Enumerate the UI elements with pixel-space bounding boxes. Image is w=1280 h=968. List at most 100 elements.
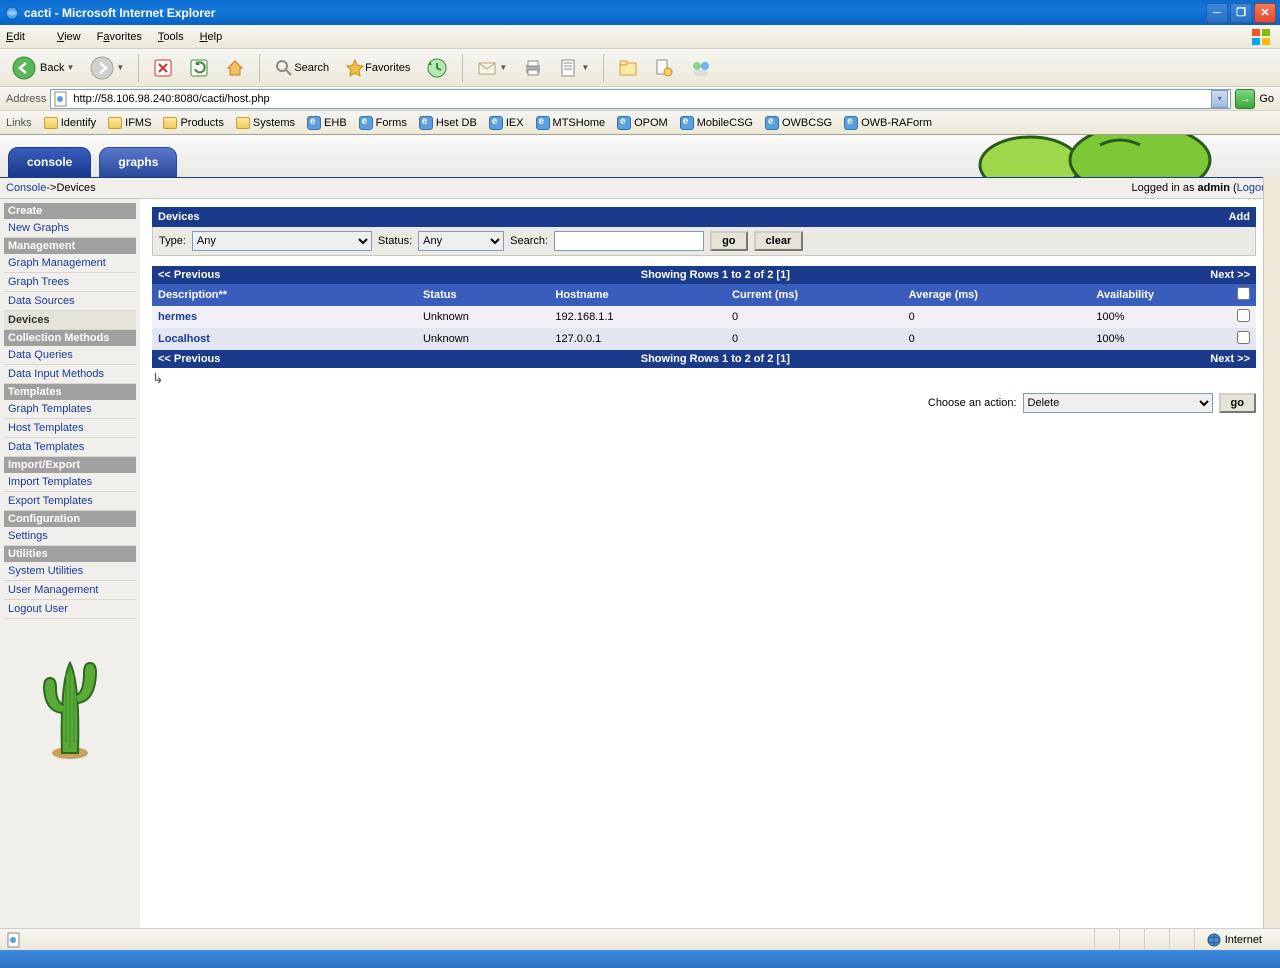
cell-current: 0 <box>726 328 903 350</box>
add-link[interactable]: Add <box>1229 211 1250 223</box>
sidebar-item-graph-templates[interactable]: Graph Templates <box>4 400 136 419</box>
address-dropdown-button[interactable]: ▾ <box>1211 90 1228 108</box>
vertical-scrollbar[interactable] <box>1263 135 1280 930</box>
sidebar-item-user-management[interactable]: User Management <box>4 581 136 600</box>
menu-edit[interactable]: Edit <box>6 31 41 43</box>
link-identify[interactable]: Identify <box>40 117 100 129</box>
web-icon <box>844 116 858 130</box>
link-products[interactable]: Products <box>159 117 227 129</box>
status-bar: Internet <box>0 928 1280 950</box>
search-button[interactable]: Search <box>268 53 335 83</box>
address-input[interactable] <box>73 93 1211 105</box>
col-description[interactable]: Description** <box>152 284 417 306</box>
row-checkbox[interactable] <box>1237 331 1250 344</box>
links-bar: Links Identify IFMS Products Systems EHB… <box>0 111 1280 135</box>
link-mobilecsg[interactable]: MobileCSG <box>676 116 757 130</box>
window-titlebar: cacti - Microsoft Internet Explorer ─ ❐ … <box>0 0 1280 25</box>
favorites-label: Favorites <box>365 62 410 74</box>
web-icon <box>765 116 779 130</box>
favorites-button[interactable]: Favorites <box>339 53 416 83</box>
sidebar-item-import-templates[interactable]: Import Templates <box>4 473 136 492</box>
folder-icon <box>236 117 250 129</box>
link-owbraform[interactable]: OWB-RAForm <box>840 116 936 130</box>
col-current[interactable]: Current (ms) <box>726 284 903 306</box>
row-checkbox[interactable] <box>1237 309 1250 322</box>
sidebar-item-graph-trees[interactable]: Graph Trees <box>4 273 136 292</box>
sidebar-item-system-utilities[interactable]: System Utilities <box>4 562 136 581</box>
sidebar-item-new-graphs[interactable]: New Graphs <box>4 219 136 238</box>
cell-hostname: 192.168.1.1 <box>549 306 726 328</box>
sidebar-item-logout-user[interactable]: Logout User <box>4 600 136 619</box>
folder-button[interactable] <box>612 53 644 83</box>
web-icon <box>489 116 503 130</box>
filter-clear-button[interactable]: clear <box>754 231 804 251</box>
sidebar-item-host-templates[interactable]: Host Templates <box>4 419 136 438</box>
col-availability[interactable]: Availability <box>1090 284 1231 306</box>
web-icon <box>536 116 550 130</box>
next-link[interactable]: Next >> <box>1210 353 1250 365</box>
link-owbcsg[interactable]: OWBCSG <box>761 116 836 130</box>
prev-link[interactable]: << Previous <box>158 353 220 365</box>
cactus-logo-icon <box>30 643 110 763</box>
device-link[interactable]: Localhost <box>158 333 210 345</box>
link-hsetdb[interactable]: Hset DB <box>415 116 481 130</box>
col-average[interactable]: Average (ms) <box>903 284 1091 306</box>
device-link[interactable]: hermes <box>158 311 197 323</box>
home-button[interactable] <box>219 53 251 83</box>
sidebar-item-data-templates[interactable]: Data Templates <box>4 438 136 457</box>
maximize-button[interactable]: ❐ <box>1230 3 1252 23</box>
link-mtshome[interactable]: MTSHome <box>532 116 610 130</box>
sidebar-cat-collection: Collection Methods <box>4 330 136 346</box>
link-forms[interactable]: Forms <box>355 116 411 130</box>
back-button[interactable]: Back ▼ <box>6 53 80 83</box>
sidebar-item-data-queries[interactable]: Data Queries <box>4 346 136 365</box>
menu-help[interactable]: Help <box>200 31 223 43</box>
cell-current: 0 <box>726 306 903 328</box>
select-all-checkbox[interactable] <box>1237 287 1250 300</box>
close-button[interactable]: ✕ <box>1254 3 1276 23</box>
link-systems[interactable]: Systems <box>232 117 299 129</box>
menu-tools[interactable]: Tools <box>158 31 184 43</box>
tools-button[interactable] <box>648 53 680 83</box>
tab-graphs[interactable]: graphs <box>99 147 177 177</box>
action-go-button[interactable]: go <box>1219 393 1256 413</box>
sidebar-item-data-input-methods[interactable]: Data Input Methods <box>4 365 136 384</box>
breadcrumb-console[interactable]: Console <box>6 182 46 194</box>
folder-icon <box>163 117 177 129</box>
minimize-button[interactable]: ─ <box>1206 3 1228 23</box>
mail-button[interactable]: ▼ <box>471 53 513 83</box>
col-status[interactable]: Status <box>417 284 549 306</box>
refresh-button[interactable] <box>183 53 215 83</box>
next-link[interactable]: Next >> <box>1210 269 1250 281</box>
sidebar-item-settings[interactable]: Settings <box>4 527 136 546</box>
table-header-row: Description** Status Hostname Current (m… <box>152 284 1256 306</box>
link-iex[interactable]: IEX <box>485 116 528 130</box>
menu-view[interactable]: View <box>57 31 81 43</box>
go-button[interactable]: → <box>1235 89 1255 109</box>
forward-button[interactable]: ▼ <box>84 53 130 83</box>
print-button[interactable] <box>517 53 549 83</box>
link-ifms[interactable]: IFMS <box>104 117 155 129</box>
sidebar-item-data-sources[interactable]: Data Sources <box>4 292 136 311</box>
type-select[interactable]: Any <box>192 231 372 251</box>
messenger-button[interactable] <box>684 53 718 83</box>
prev-link[interactable]: << Previous <box>158 269 220 281</box>
sidebar-item-devices[interactable]: Devices <box>4 311 136 330</box>
action-select[interactable]: Delete <box>1023 393 1213 413</box>
filter-go-button[interactable]: go <box>710 231 747 251</box>
history-button[interactable] <box>420 53 454 83</box>
search-input[interactable] <box>554 231 704 251</box>
sidebar-item-graph-management[interactable]: Graph Management <box>4 254 136 273</box>
edit-button[interactable]: ▼ <box>553 53 595 83</box>
address-input-wrapper[interactable]: ▾ <box>50 89 1231 109</box>
menu-favorites[interactable]: Favorites <box>97 31 142 43</box>
stop-button[interactable] <box>147 53 179 83</box>
cell-availability: 100% <box>1090 328 1231 350</box>
status-select[interactable]: Any <box>418 231 504 251</box>
col-hostname[interactable]: Hostname <box>549 284 726 306</box>
tab-console[interactable]: console <box>8 147 91 177</box>
status-label: Status: <box>378 235 412 247</box>
link-ehb[interactable]: EHB <box>303 116 351 130</box>
sidebar-item-export-templates[interactable]: Export Templates <box>4 492 136 511</box>
link-opom[interactable]: OPOM <box>613 116 672 130</box>
